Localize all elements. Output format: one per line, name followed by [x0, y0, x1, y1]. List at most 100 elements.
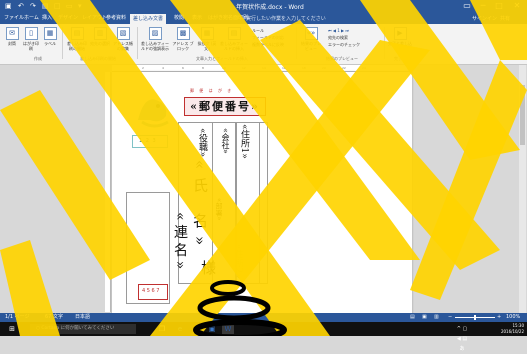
- new-icon[interactable]: □: [54, 2, 61, 11]
- maximize-button[interactable]: □: [492, 1, 506, 11]
- web-layout-icon[interactable]: ▥: [434, 313, 439, 322]
- select-recipients-button[interactable]: ▥ 宛先の選択: [90, 27, 110, 46]
- word-count[interactable]: 67 文字: [45, 313, 63, 322]
- sender-postcode-box: 1 2 3: [132, 135, 168, 148]
- record-navigation[interactable]: ⏮ ◀ 1 ▶ ⏭: [328, 28, 349, 33]
- minimize-button[interactable]: ─: [476, 1, 490, 11]
- cortana-search-box[interactable]: ○ Cortana に何か聞いてみてください: [30, 324, 136, 334]
- share-button[interactable]: 共有: [500, 15, 510, 22]
- tray-icons[interactable]: ^ ▢ ◀ ▤ あ: [456, 324, 468, 352]
- address-block-icon: ▩: [176, 27, 190, 40]
- preview-results-button[interactable]: «» 結果のプレビュー: [300, 27, 322, 51]
- highlight-merge-fields-button[interactable]: ▨ 差し込みフィールドの強調表示: [140, 27, 170, 51]
- print-preview-icon[interactable]: ▭: [66, 2, 73, 11]
- ribbon-display-icon[interactable]: ▭: [460, 1, 474, 11]
- tab-view[interactable]: 表示: [192, 15, 202, 22]
- task-view-icon[interactable]: ❐: [156, 324, 168, 334]
- insert-merge-field-button[interactable]: ▤ 差し込みフィールドの挿入: [220, 27, 248, 51]
- address2-field[interactable]: «住所2»: [232, 244, 245, 279]
- document-title: 年賀状作成.docx - Word: [236, 4, 304, 11]
- group-create-label: 作成: [34, 56, 42, 61]
- tab-review[interactable]: 校閲: [174, 15, 184, 22]
- vertical-ruler[interactable]: [105, 72, 111, 312]
- preview-icon: «»: [304, 27, 318, 40]
- close-button[interactable]: ✕: [510, 1, 524, 11]
- system-clock[interactable]: 15:30 2016/10/22: [498, 323, 524, 335]
- status-bar: 1/1 ページ 67 文字 日本語 ▤ ▣ ▥ − + 100%: [0, 313, 527, 322]
- tab-insert[interactable]: 挿入: [42, 15, 52, 22]
- save-icon[interactable]: ▣: [5, 2, 12, 11]
- finish-icon: ▶: [393, 27, 407, 40]
- envelope-icon: ✉: [5, 27, 19, 40]
- ribbon: ✉ 封筒 ▯ はがき印刷 ▦ ラベル ▤ 差し込み印刷の開始 ▥ 宛先の選択 ▧ アドレス帳…: [0, 24, 527, 65]
- print-layout-icon[interactable]: ▣: [422, 313, 427, 322]
- ribbon-separator: [296, 27, 297, 59]
- find-recipient-menu[interactable]: 宛先の検索: [328, 35, 348, 40]
- match-fields-menu[interactable]: フィールドの対応: [252, 35, 284, 40]
- page-count[interactable]: 1/1 ページ: [5, 313, 30, 322]
- document-page[interactable]: 1 2 3 郵 便 は が き «郵便番号» 4 5 6 7 «住所1» «住所…: [112, 72, 412, 317]
- merge-field-icon: ▤: [227, 27, 241, 40]
- sender-postcode-grid: 4 5 6 7: [138, 284, 168, 300]
- tell-me-box[interactable]: 実行したい作業を入力してください: [246, 15, 326, 22]
- edge-icon[interactable]: e: [174, 324, 186, 334]
- labels-icon: ▦: [43, 27, 57, 40]
- name-field[interactable]: «氏 名»: [190, 160, 211, 253]
- postcard-print-button[interactable]: ▯ はがき印刷: [22, 27, 40, 51]
- start-mail-merge-button[interactable]: ▤ 差し込み印刷の開始: [66, 27, 88, 51]
- honorific-text: 様: [199, 260, 217, 275]
- company-field[interactable]: «会社»: [220, 128, 231, 154]
- address-block-button[interactable]: ▩ アドレス ブロック: [172, 27, 194, 51]
- edit-recipient-list-button[interactable]: ▧ アドレス帳の編集: [112, 27, 134, 51]
- postcode-field[interactable]: «郵便番号»: [184, 97, 266, 116]
- group-start-merge-label: 差し込み印刷の開始: [80, 56, 116, 61]
- tab-home[interactable]: ホーム: [24, 15, 39, 22]
- title-field[interactable]: «役職»: [196, 128, 209, 157]
- zoom-in-icon[interactable]: +: [497, 313, 501, 322]
- highlight-icon: ▨: [148, 27, 162, 40]
- read-mode-icon[interactable]: ▤: [410, 313, 415, 322]
- store-icon[interactable]: ▣: [206, 324, 218, 334]
- tab-references[interactable]: 参考資料: [106, 15, 126, 22]
- redo-icon[interactable]: ↷: [30, 2, 36, 11]
- undo-icon[interactable]: ↶: [18, 2, 24, 11]
- scroll-thumb[interactable]: [520, 85, 525, 145]
- tab-postcard-print[interactable]: はがき宛名面印刷: [208, 15, 248, 22]
- greeting-line-button[interactable]: ▦ 挨拶文 (英文): [196, 27, 218, 51]
- tab-design[interactable]: デザイン: [58, 15, 78, 22]
- labels-button[interactable]: ▦ ラベル: [41, 27, 59, 46]
- horizontal-ruler[interactable]: 24 68 10 12 14 16 18 20 22 24: [112, 65, 412, 72]
- finish-merge-button[interactable]: ▶ 完了と差し込み: [388, 27, 412, 51]
- explorer-icon[interactable]: ▬: [190, 324, 202, 334]
- zoom-out-icon[interactable]: −: [448, 313, 452, 322]
- customize-qat-icon[interactable]: ▾: [78, 2, 82, 11]
- tab-layout[interactable]: レイアウト: [82, 15, 107, 22]
- joint-name-field[interactable]: «連名»: [170, 212, 190, 273]
- department-field[interactable]: «部署»: [214, 198, 224, 221]
- recipients-icon: ▥: [93, 27, 107, 40]
- update-labels-menu[interactable]: 複数ラベルに反映: [252, 42, 284, 47]
- greeting-icon: ▦: [200, 27, 214, 40]
- vertical-scrollbar[interactable]: [519, 65, 526, 313]
- word-taskbar-icon[interactable]: W: [222, 324, 234, 334]
- ribbon-separator: [137, 27, 138, 59]
- sign-in-link[interactable]: サインイン: [472, 15, 497, 22]
- taskbar: ⊞ ○ Cortana に何か聞いてみてください ❐ e ▬ ▣ W ^ ▢ ◀…: [0, 322, 527, 352]
- zoom-slider-thumb[interactable]: [474, 315, 476, 320]
- address-book-icon: ▧: [116, 27, 130, 40]
- group-finish-label: 完了: [394, 56, 402, 61]
- mail-merge-icon: ▤: [70, 27, 84, 40]
- address-field[interactable]: «住所1»: [238, 124, 251, 159]
- windows-start-icon[interactable]: ⊞: [6, 324, 18, 334]
- zoom-level[interactable]: 100%: [506, 313, 520, 322]
- language-indicator[interactable]: 日本語: [75, 313, 90, 322]
- ribbon-tabs: ファイル ホーム 挿入 デザイン レイアウト 参考資料 差し込み文書 校閲 表示…: [0, 13, 527, 24]
- open-icon[interactable]: ▤: [42, 2, 49, 11]
- check-errors-menu[interactable]: エラーのチェック: [328, 42, 360, 47]
- tab-mailings[interactable]: 差し込み文書: [130, 14, 167, 24]
- ribbon-separator: [62, 27, 63, 59]
- tab-file[interactable]: ファイル: [4, 15, 24, 22]
- title-bar: ▣ ↶ ↷ ▤ □ ▭ ▾ 年賀状作成.docx - Word ▭ ─ □ ✕: [0, 0, 527, 13]
- rules-menu[interactable]: ルール: [252, 28, 264, 33]
- envelopes-button[interactable]: ✉ 封筒: [3, 27, 21, 46]
